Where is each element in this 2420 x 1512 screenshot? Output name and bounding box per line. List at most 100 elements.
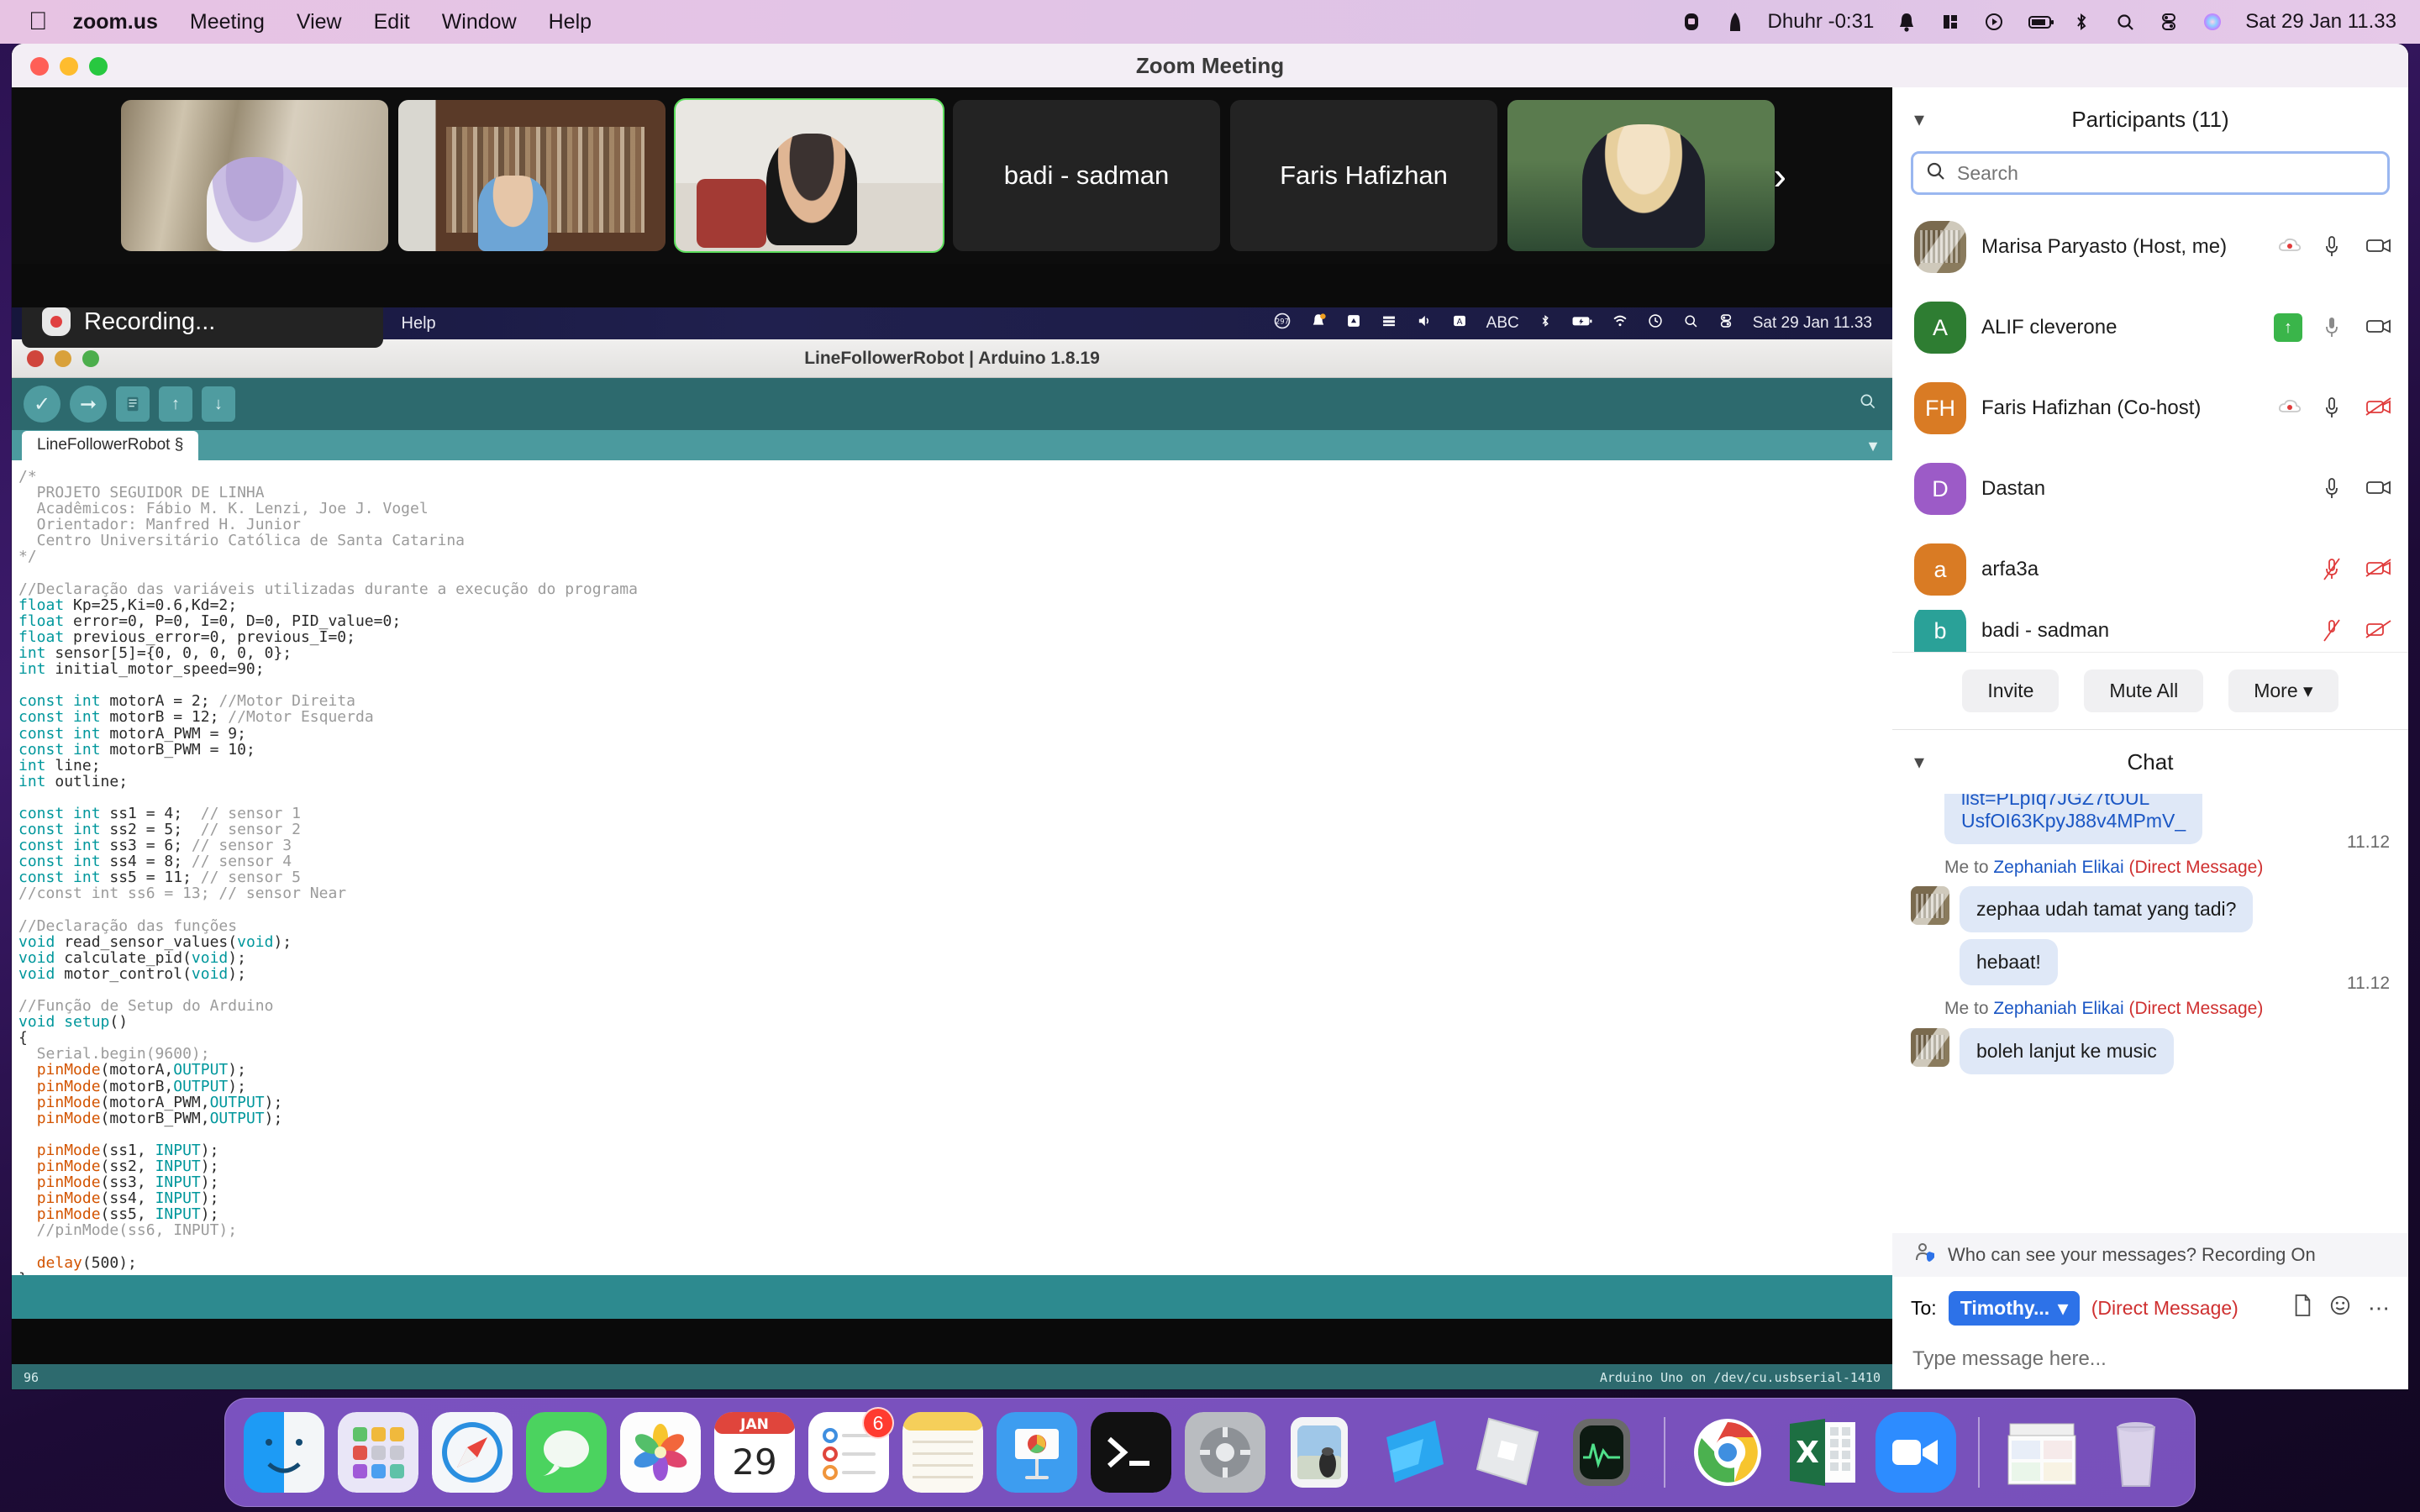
dock-item-launchpad[interactable]: [338, 1412, 418, 1493]
battery-icon[interactable]: [2027, 11, 2054, 33]
arduino-menu-clock[interactable]: Sat 29 Jan 11.33: [1753, 314, 1872, 333]
bell-icon[interactable]: [1896, 11, 1918, 33]
dock-item-reminders[interactable]: 6: [808, 1407, 894, 1493]
time-machine-icon[interactable]: [1647, 312, 1664, 334]
chat-privacy-notice[interactable]: Who can see your messages? Recording On: [1892, 1233, 2408, 1277]
chat-bubble[interactable]: hebaat!: [1960, 939, 2058, 986]
file-icon[interactable]: [2292, 1294, 2312, 1323]
arduino-code-editor[interactable]: /* PROJETO SEGUIDOR DE LINHA Acadêmicos:…: [12, 460, 1892, 1275]
bluetooth-icon[interactable]: [1538, 313, 1553, 333]
wifi-icon[interactable]: [1612, 312, 1628, 334]
chevron-down-icon[interactable]: ▾: [1914, 750, 1924, 774]
camera-off-icon[interactable]: [2365, 557, 2391, 582]
invite-button[interactable]: Invite: [1962, 669, 2060, 712]
chevron-down-icon[interactable]: ▾: [1914, 108, 1924, 132]
dock-item-notes[interactable]: [902, 1412, 983, 1493]
input-source-icon[interactable]: A: [1451, 312, 1468, 334]
video-tile[interactable]: badi - sadman: [953, 100, 1220, 251]
mic-on-icon[interactable]: [2321, 234, 2346, 260]
close-icon[interactable]: [30, 57, 49, 76]
ellipsis-icon[interactable]: ⋯: [2368, 1295, 2390, 1321]
stack-icon[interactable]: [1381, 312, 1397, 334]
participant-row[interactable]: D Dastan: [1892, 449, 2408, 529]
menu-item-edit[interactable]: Edit: [374, 10, 410, 34]
control-center-icon[interactable]: [2158, 11, 2180, 33]
volume-icon[interactable]: [1416, 312, 1433, 334]
dock-item-zoom[interactable]: [1876, 1412, 1956, 1493]
open-sketch-button[interactable]: ↑: [159, 386, 192, 422]
video-tile-active-speaker[interactable]: [674, 98, 944, 253]
chevron-down-icon[interactable]: ▼: [1865, 438, 1881, 455]
participants-list[interactable]: Marisa Paryasto (Host, me) A ALIF clever…: [1892, 207, 2408, 652]
dock-item-keynote[interactable]: [997, 1412, 1077, 1493]
siri-icon[interactable]: [2202, 11, 2223, 33]
dock-item-safari[interactable]: [432, 1412, 513, 1493]
prayer-time-icon[interactable]: [1724, 11, 1746, 33]
dock-item-system-preferences[interactable]: [1185, 1412, 1265, 1493]
window-traffic-lights[interactable]: [30, 57, 108, 76]
maximize-icon[interactable]: [82, 349, 99, 367]
dock-item-calendar[interactable]: JAN 29: [714, 1412, 795, 1493]
mic-off-icon[interactable]: [2321, 557, 2346, 582]
camera-on-icon[interactable]: [2365, 234, 2391, 260]
chat-bubble[interactable]: boleh lanjut ke music: [1960, 1027, 2174, 1074]
dock-item-roblox-studio[interactable]: [1373, 1412, 1454, 1493]
menu-bar-clock[interactable]: Sat 29 Jan 11.33: [2245, 10, 2396, 34]
recipient-selector[interactable]: Timothy... ▾: [1948, 1290, 2080, 1326]
counter-icon[interactable]: 297: [1273, 312, 1292, 335]
stage-manager-icon[interactable]: [1939, 11, 1961, 33]
video-tile[interactable]: [121, 100, 388, 251]
new-sketch-button[interactable]: [116, 386, 150, 422]
minimize-icon[interactable]: [55, 349, 71, 367]
menu-item-view[interactable]: View: [297, 10, 342, 34]
mic-on-icon[interactable]: [2321, 396, 2346, 421]
verify-button[interactable]: ✓: [24, 386, 60, 423]
dock-item-excel[interactable]: X: [1781, 1412, 1862, 1493]
dock-item-terminal[interactable]: [1091, 1412, 1171, 1493]
dock-item-downloads-stack[interactable]: [2002, 1412, 2082, 1493]
more-button[interactable]: More ▾: [2228, 669, 2338, 712]
mute-all-button[interactable]: Mute All: [2084, 669, 2204, 712]
dock-item-finder[interactable]: [244, 1412, 324, 1493]
menu-item-zoomus[interactable]: zoom.us: [73, 10, 158, 34]
video-tile[interactable]: [1507, 100, 1775, 251]
chat-meta-recipient[interactable]: Zephaniah Elikai: [1993, 999, 2128, 1018]
bluetooth-icon[interactable]: [2070, 11, 2092, 33]
search-input[interactable]: [1957, 161, 2375, 185]
participant-row[interactable]: A ALIF cleverone ↑: [1892, 287, 2408, 368]
dock-item-chrome[interactable]: [1687, 1412, 1768, 1493]
close-icon[interactable]: [27, 349, 44, 367]
mic-on-icon[interactable]: [2321, 476, 2346, 501]
video-tile[interactable]: Faris Hafizhan: [1230, 100, 1497, 251]
participant-row[interactable]: Marisa Paryasto (Host, me): [1892, 207, 2408, 287]
dock-item-activity-monitor[interactable]: [1561, 1412, 1642, 1493]
dock-item-messages[interactable]: [526, 1412, 607, 1493]
bell-icon[interactable]: [1310, 312, 1327, 334]
dock-item-preview[interactable]: [1279, 1412, 1360, 1493]
serial-monitor-button[interactable]: [1859, 392, 1877, 416]
chat-message-list[interactable]: list=PLpIq7JGZ7tOUL UsfOI63KpyJ88v4MPmV_…: [1892, 794, 2408, 1233]
play-icon[interactable]: [1983, 11, 2005, 33]
chevron-right-icon[interactable]: ›: [1774, 156, 1786, 195]
spotlight-icon[interactable]: [2114, 11, 2136, 33]
dock-item-trash[interactable]: [2096, 1412, 2176, 1493]
camera-on-icon[interactable]: [2365, 476, 2391, 501]
tab-linefollowerrobot[interactable]: LineFollowerRobot §: [22, 431, 199, 460]
arduino-traffic-lights[interactable]: [27, 349, 99, 367]
chat-meta-recipient[interactable]: Zephaniah Elikai: [1993, 858, 2128, 877]
participants-search-box[interactable]: [1911, 151, 2390, 195]
maximize-icon[interactable]: [89, 57, 108, 76]
camera-off-icon[interactable]: [2365, 618, 2391, 643]
mic-on-icon[interactable]: [2321, 315, 2346, 340]
upload-button[interactable]: ➞: [70, 386, 107, 423]
spotlight-icon[interactable]: [1682, 312, 1699, 334]
apple-menu-icon[interactable]: : [29, 9, 48, 34]
emoji-icon[interactable]: [2329, 1294, 2351, 1322]
arduino-menu-help[interactable]: Help: [402, 314, 436, 333]
camera-icon[interactable]: [1681, 11, 1702, 33]
menu-item-meeting[interactable]: Meeting: [190, 10, 265, 34]
camera-on-icon[interactable]: [2365, 315, 2391, 340]
drive-icon[interactable]: [1345, 312, 1362, 334]
battery-charging-icon[interactable]: [1571, 312, 1593, 334]
save-sketch-button[interactable]: ↓: [202, 386, 235, 422]
